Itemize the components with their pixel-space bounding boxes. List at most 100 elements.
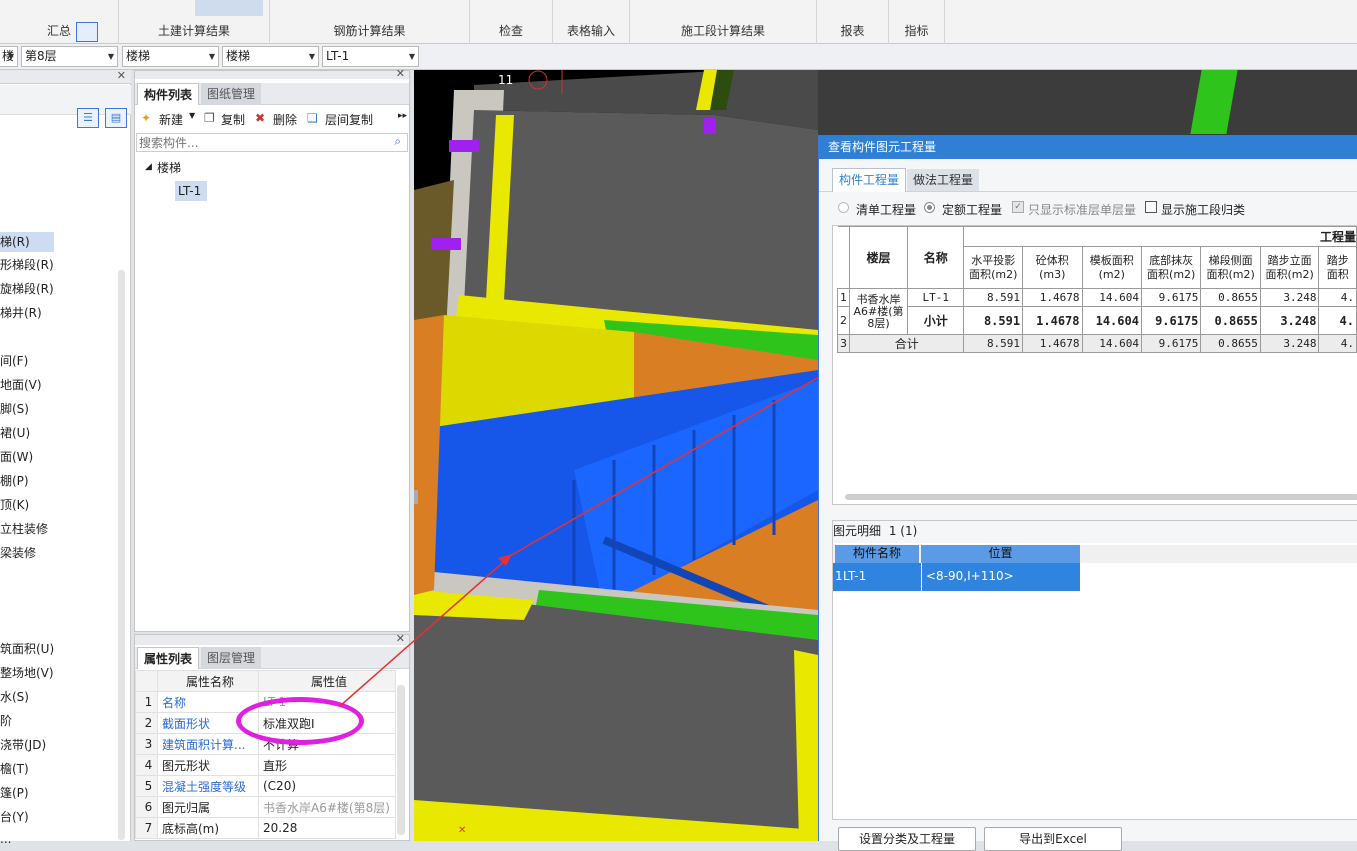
building-select[interactable]: 楼 ▼: [0, 46, 18, 67]
left-nav-item[interactable]: 旋梯段(R): [0, 280, 54, 297]
table-row[interactable]: 1 书香水岸A6#楼(第8层) LT-1 8.591 1.4678 14.604 9.…: [837, 288, 1357, 335]
floor-select[interactable]: 第8层 ▼: [21, 46, 118, 67]
chevron-down-icon[interactable]: ▼: [189, 111, 195, 120]
ribbon-section-rebar-result[interactable]: 钢筋计算结果: [270, 0, 470, 44]
checkbox-show-stage[interactable]: [1145, 201, 1157, 213]
prop-name: 底标高(m): [157, 817, 259, 839]
left-nav-item[interactable]: 筑面积(U): [0, 640, 54, 657]
tab-method-quantity[interactable]: 做法工程量: [907, 169, 980, 191]
ribbon-section-report[interactable]: 报表: [817, 0, 889, 44]
left-nav-item[interactable]: 立柱装修: [0, 520, 48, 537]
close-icon[interactable]: ✕: [396, 632, 405, 645]
component-search-box[interactable]: ⌕: [136, 133, 408, 152]
left-nav-item[interactable]: 梯井(R): [0, 304, 42, 321]
left-nav-item[interactable]: 地面(V): [0, 376, 42, 393]
header-index: [837, 226, 850, 289]
left-nav-item[interactable]: 浇带(JD): [0, 736, 46, 753]
property-row[interactable]: 6 图元归属 书香水岸A6#楼(第8层): [135, 796, 396, 818]
more-icon[interactable]: ▸▸: [398, 111, 407, 121]
left-nav-item[interactable]: 阶: [0, 712, 12, 729]
left-nav-item[interactable]: 面(W): [0, 448, 33, 465]
property-row[interactable]: 4 图元形状 直形: [135, 754, 396, 776]
splitter-handle[interactable]: [414, 490, 418, 504]
search-input[interactable]: [137, 134, 377, 151]
prop-value[interactable]: 20.28: [258, 817, 396, 839]
prop-value[interactable]: (C20): [258, 775, 396, 797]
tab-component-list[interactable]: 构件列表: [137, 83, 200, 105]
subtype-select-value: 楼梯: [226, 49, 251, 63]
left-nav-item[interactable]: 梯(R): [0, 232, 54, 252]
ribbon-section-summary[interactable]: 汇总: [0, 0, 119, 44]
checkbox-std-floor[interactable]: ✓: [1012, 201, 1024, 213]
left-nav-item[interactable]: 檐(T): [0, 760, 29, 777]
row-index: 3: [837, 334, 850, 353]
copy-button[interactable]: 复制: [221, 111, 245, 128]
radio-quota-quantity[interactable]: [924, 202, 935, 213]
3d-viewport[interactable]: 11 ✕: [414, 70, 818, 841]
column-header: 踏步立面面积(m2): [1259, 246, 1320, 289]
list-view-icon[interactable]: [76, 22, 98, 42]
left-nav-item[interactable]: 台(Y): [0, 808, 29, 825]
property-row[interactable]: 5 混凝土强度等级 (C20): [135, 775, 396, 797]
collapse-icon[interactable]: ◢: [145, 162, 152, 172]
left-nav-scrollbar[interactable]: [118, 270, 125, 840]
ribbon-section-index[interactable]: 指标: [889, 0, 945, 44]
floor-copy-button[interactable]: 层间复制: [325, 111, 373, 128]
detail-row-position: <8-90,I+110>: [926, 569, 1014, 583]
type-select[interactable]: 楼梯 ▼: [122, 46, 219, 67]
radio-list-quantity[interactable]: [838, 202, 849, 213]
close-icon[interactable]: ✕: [117, 69, 126, 82]
property-scrollbar[interactable]: [397, 685, 405, 835]
tab-layer-manage[interactable]: 图层管理: [201, 647, 262, 669]
tab-component-quantity[interactable]: 构件工程量: [832, 168, 907, 192]
table-row[interactable]: 3 合计 8.591 1.4678 14.604 9.6175 0.8655 3.248 4…: [837, 334, 1357, 353]
prop-value[interactable]: 书香水岸A6#楼(第8层): [258, 796, 396, 818]
left-nav-item[interactable]: 顶(K): [0, 496, 29, 513]
prop-value[interactable]: 直形: [258, 754, 396, 776]
prop-name: 图元形状: [157, 754, 259, 776]
left-nav-item[interactable]: 脚(S): [0, 400, 29, 417]
table-row[interactable]: 2 小计 8.591 1.4678 14.604 9.6175 0.8655 3.248 4…: [837, 306, 1357, 335]
left-nav-item[interactable]: 水(S): [0, 688, 29, 705]
component-select[interactable]: LT-1 ▼: [322, 46, 419, 67]
property-row[interactable]: 7 底标高(m) 20.28: [135, 817, 396, 839]
detail-view-icon[interactable]: ▤: [105, 108, 127, 128]
close-icon[interactable]: ✕: [396, 67, 405, 80]
detail-row[interactable]: 1 LT-1 <8-90,I+110>: [833, 563, 1080, 591]
tab-property-list[interactable]: 属性列表: [137, 647, 200, 669]
ribbon-section-civil-result[interactable]: 土建计算结果: [119, 0, 270, 44]
left-nav-item[interactable]: 裙(U): [0, 424, 30, 441]
quantity-cell: 9.6175: [1140, 306, 1202, 335]
left-nav-item[interactable]: 形梯段(R): [0, 256, 54, 273]
component-list-panel: ✕ 构件列表 图纸管理 ✦ 新建 ▼ ❐ 复制 ✖ 删除 ❏ 层间复制 ▸▸ ⌕…: [134, 67, 410, 632]
tree-item-lt1[interactable]: LT-1: [175, 181, 207, 201]
table-hscrollbar[interactable]: [845, 494, 1357, 500]
set-classification-button[interactable]: 设置分类及工程量: [838, 827, 976, 851]
prop-index: 6: [135, 796, 158, 818]
green-column: [1190, 70, 1238, 134]
cell-name: 小计: [906, 306, 965, 335]
ribbon-section-check[interactable]: 检查: [470, 0, 553, 44]
left-nav-item[interactable]: 整场地(V): [0, 664, 54, 681]
quantity-cell: 8.591: [963, 306, 1024, 335]
left-nav-item[interactable]: 篷(P): [0, 784, 29, 801]
label-list-quantity: 清单工程量: [856, 203, 917, 217]
left-nav-item[interactable]: ...: [0, 832, 11, 846]
quantity-cell: 4.: [1318, 334, 1357, 353]
tab-drawing-manage[interactable]: 图纸管理: [201, 83, 262, 105]
prop-name: 混凝土强度等级: [157, 775, 259, 797]
detail-label: 图元明细: [833, 524, 882, 538]
tree-root-stairs[interactable]: 楼梯: [157, 159, 181, 176]
ribbon-section-table-input[interactable]: 表格输入: [553, 0, 630, 44]
label-quota-quantity: 定额工程量: [942, 203, 1003, 217]
ribbon-section-stage-result[interactable]: 施工段计算结果: [630, 0, 817, 44]
search-icon[interactable]: ⌕: [394, 134, 401, 149]
subtype-select[interactable]: 楼梯 ▼: [222, 46, 319, 67]
left-nav-item[interactable]: 间(F): [0, 352, 28, 369]
list-view-icon[interactable]: ☰: [77, 108, 99, 128]
delete-button[interactable]: 删除: [273, 111, 297, 128]
export-excel-button[interactable]: 导出到Excel: [984, 827, 1122, 851]
left-nav-item[interactable]: 棚(P): [0, 472, 29, 489]
new-button[interactable]: 新建: [159, 111, 183, 128]
left-nav-item[interactable]: 梁装修: [0, 544, 36, 561]
